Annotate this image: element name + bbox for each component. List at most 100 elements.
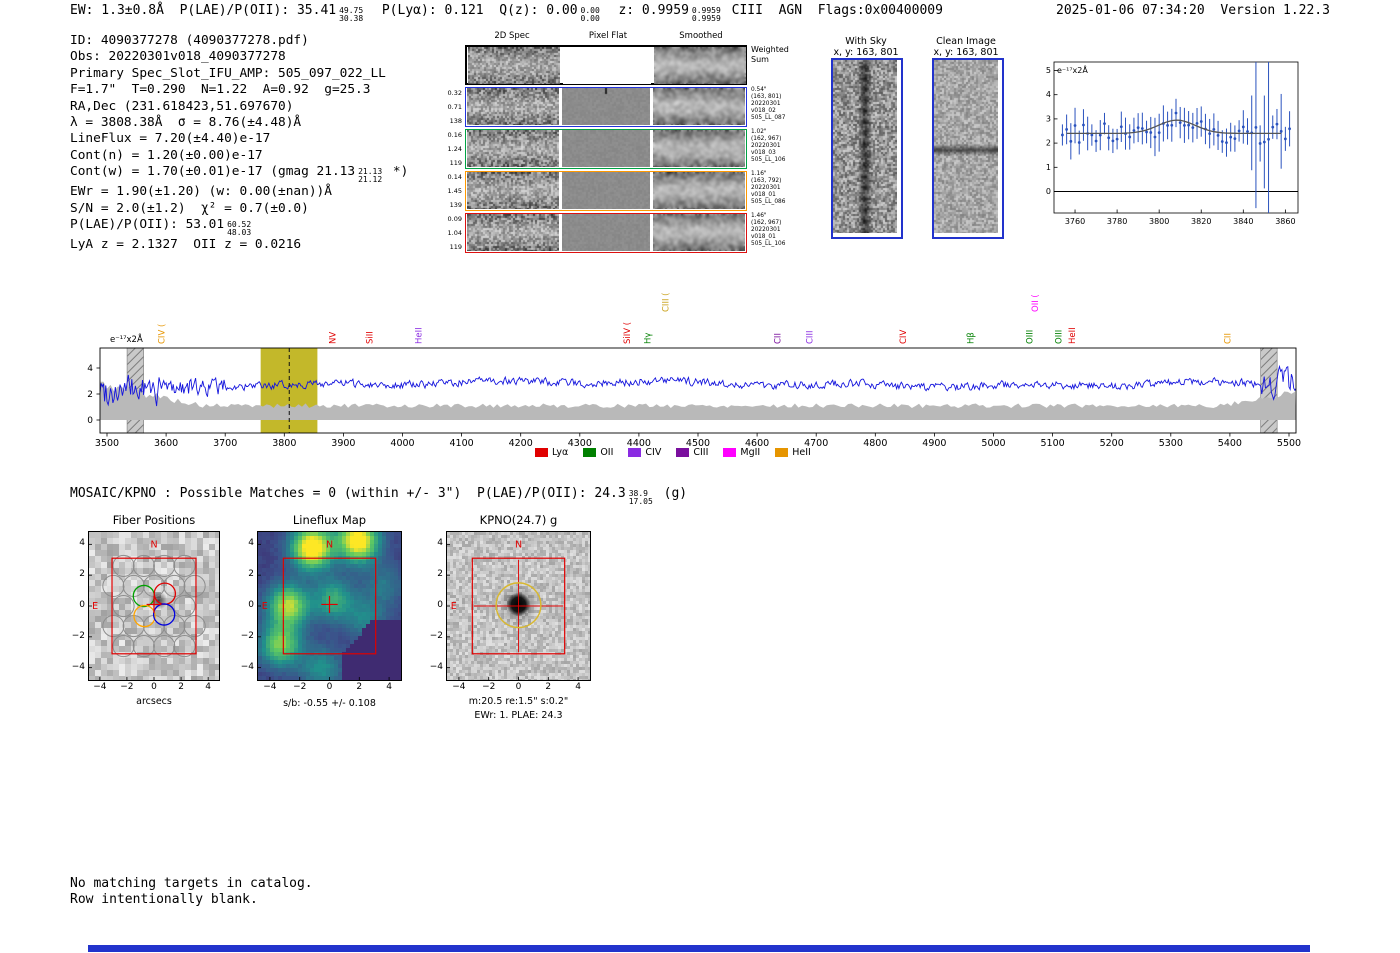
- report-timestamp: 2025-01-06 07:34:20: [1056, 3, 1205, 18]
- mosaic-match-line: MOSAIC/KPNO : Possible Matches = 0 (with…: [70, 486, 687, 506]
- spec2d-right-value: 505_LL_106: [751, 157, 786, 163]
- spec2d-row-right-labels: Weighted Sum: [751, 45, 789, 64]
- zoom-spectrum-panel: e⁻¹⁷x2Å 3760 3780 3800 3820 3840 3860 0 1 2 3 4 5: [1040, 50, 1312, 228]
- north-label: N: [515, 539, 522, 550]
- y-tick-label: 2: [87, 390, 93, 400]
- y-tick-label: 2: [79, 569, 85, 580]
- spec2d-row-right-labels: 1.02" (162, 967) 20220301 v018_03 505_LL_106: [751, 129, 785, 164]
- data-point: [1191, 126, 1195, 130]
- legend-label: OII: [600, 447, 614, 458]
- spec2d-left-value: 119: [449, 243, 462, 251]
- spec2d-cell-smoothed-canvas: [653, 88, 745, 125]
- x-tick-label: 3860: [1275, 217, 1295, 226]
- spec2d-cell-smoothed-canvas: [653, 130, 745, 167]
- info-text: LyA z = 2.1327 OII z = 0.0216: [70, 237, 302, 253]
- spec2d-cell-2dspec-canvas: [468, 47, 560, 84]
- data-point: [1061, 133, 1064, 137]
- emission-line-label: NV: [329, 332, 339, 344]
- legend-label: HeII: [792, 447, 811, 458]
- spec2d-cell-smoothed-canvas: [653, 172, 745, 209]
- fiber-circle: [112, 594, 135, 618]
- spec2d-right-value: 20220301: [751, 227, 781, 233]
- spec2d-left-value: 0.32: [447, 89, 462, 97]
- fiber-circle: [102, 614, 125, 638]
- y-tick-label: 0: [79, 600, 85, 610]
- north-label: N: [326, 539, 333, 550]
- spec2d-cell-smoothed: [653, 130, 745, 167]
- east-label: E: [92, 601, 98, 612]
- info-text: F=1.7" T=0.290 N=1.22 A=0.92 g=25.3: [70, 82, 371, 98]
- plae-uncertainty-stack: 49.75 30.38: [339, 7, 363, 23]
- info-line: ID: 4090377278 (4090377278.pdf): [70, 33, 408, 49]
- info-line: S/N = 2.0(±1.2) χ² = 0.7(±0.0): [70, 201, 408, 217]
- x-tick-label: −4: [263, 682, 277, 692]
- x-tick-label: 3820: [1191, 217, 1211, 226]
- spec2d-cell-smoothed: [653, 214, 745, 251]
- legend-item: MgII: [723, 447, 760, 458]
- with-sky-canvas: [833, 60, 897, 233]
- x-tick-label: 3600: [154, 438, 178, 449]
- spec2d-cell-smoothed: [653, 172, 745, 209]
- masked-band: [1260, 347, 1278, 434]
- emission-line-label: CIII (: [661, 293, 671, 312]
- stack-lo: 0.9959: [691, 14, 721, 23]
- emission-line-label: Hγ: [644, 333, 654, 344]
- y-tick-label: 4: [437, 538, 443, 549]
- y-tick-label: 4: [1046, 90, 1051, 99]
- info-text: EWr = 1.90(±1.20) (w: 0.00(±nan))Å: [70, 184, 332, 200]
- fiber-positions-cutout: Fiber Positions arcsecs N E −4 −4 −2 −2 0 0 2 2 4 4: [72, 513, 220, 707]
- emission-line-label: SiIV (: [623, 322, 633, 344]
- legend-item: OII: [583, 447, 613, 458]
- spec2d-row: [465, 213, 747, 253]
- x-tick-label: 4200: [509, 438, 533, 449]
- data-point: [1073, 124, 1077, 127]
- fiber-circle: [183, 574, 206, 598]
- info-text: RA,Dec (231.618423,51.697670): [70, 98, 294, 114]
- legend-item: Lyα: [535, 447, 568, 458]
- legend-label: CIII: [693, 447, 709, 458]
- y-tick-label: 4: [87, 364, 93, 374]
- stack-lo: 0.00: [580, 14, 600, 23]
- spec2d-row-right-labels: 0.54" (163, 801) 20220301 v018_02 505_LL_087: [751, 87, 785, 122]
- x-tick-label: 0: [326, 682, 333, 692]
- x-tick-label: 4: [575, 682, 581, 692]
- legend-swatch: [535, 448, 548, 457]
- header-ew-plae-text: EW: 1.3±0.8Å P(LAE)/P(OII): 35.41: [70, 3, 337, 18]
- y-tick-label: 2: [1046, 139, 1051, 148]
- emission-line-label: SiII: [365, 331, 375, 344]
- x-tick-label: 3800: [272, 438, 296, 449]
- lineflux-map-cutout: Lineflux Map s/b: -0.55 +/- 0.108 N E −4 −4…: [241, 513, 402, 709]
- y-tick-label: −4: [240, 661, 254, 672]
- y-tick-label: 0: [248, 600, 254, 610]
- emission-line-label: OIII: [1026, 330, 1036, 344]
- x-tick-label: 5200: [1100, 438, 1124, 449]
- east-label: E: [262, 601, 268, 612]
- spec2d-cell-pixelflat-canvas: [562, 214, 650, 251]
- spec2d-left-value: 1.04: [447, 229, 462, 237]
- info-text: LineFlux = 7.20(±4.40)e-17: [70, 131, 271, 147]
- legend-swatch: [628, 448, 642, 457]
- spec2d-cell-2dspec: [467, 130, 559, 167]
- spec2d-cell-pixelflat: [562, 172, 650, 209]
- legend-swatch: [676, 448, 690, 457]
- x-tick-label: 2: [356, 682, 363, 692]
- data-point: [1208, 132, 1212, 136]
- with-sky-image: [831, 58, 903, 239]
- fiber-circle: [173, 594, 196, 618]
- x-tick-label: 3700: [213, 438, 237, 449]
- data-point: [1119, 125, 1123, 129]
- data-point: [1111, 139, 1115, 143]
- spec2d-cell-pixelflat: [563, 47, 651, 84]
- report-version: Version 1.22.3: [1220, 3, 1330, 18]
- data-point: [1166, 124, 1169, 127]
- data-point: [1145, 130, 1148, 134]
- gaussian-fit-line: [1066, 119, 1282, 135]
- emission-line-label: CIV (: [157, 324, 167, 344]
- y-tick-label: 4: [248, 538, 254, 549]
- data-point: [1094, 139, 1098, 143]
- x-tick-label: 4: [205, 682, 212, 692]
- y-tick-label: 1: [1046, 163, 1051, 172]
- data-point: [1069, 139, 1073, 143]
- full-spectrum-panel: 3500 3600 3700 3800 3900 4000 4100 4200 4300 4400…: [0, 262, 1400, 462]
- emission-line-label: HeII: [1068, 327, 1078, 344]
